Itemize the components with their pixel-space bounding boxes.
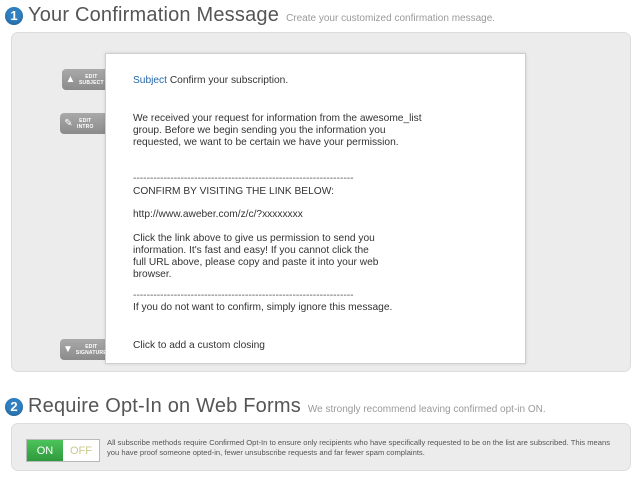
arrow-down-icon: ▼	[63, 343, 73, 355]
subject-value: Confirm your subscription.	[169, 75, 289, 86]
instructions-line: Click the link above to give us permissi…	[133, 233, 375, 244]
ignore-text: If you do not want to confirm, simply ig…	[133, 302, 393, 313]
confirm-heading: CONFIRM BY VISITING THE LINK BELOW:	[133, 186, 334, 197]
step2-header: 2 Require Opt-In on Web Forms We strongl…	[5, 395, 546, 418]
divider-rule: ----------------------------------------…	[133, 290, 354, 301]
custom-closing-placeholder[interactable]: Click to add a custom closing	[133, 340, 265, 352]
divider-rule: ----------------------------------------…	[133, 173, 354, 184]
edit-intro-label-2: INTRO	[77, 123, 94, 130]
pencil-icon: ✎	[64, 117, 73, 129]
toggle-on[interactable]: ON	[27, 440, 63, 461]
optin-toggle[interactable]: ON OFF	[26, 439, 100, 462]
edit-signature-button[interactable]: ▼ EDIT SIGNATURE	[60, 339, 107, 360]
toggle-off[interactable]: OFF	[63, 440, 99, 461]
subject-line[interactable]: Subject Confirm your subscription.	[133, 75, 288, 87]
step1-header: 1 Your Confirmation Message Create your …	[5, 4, 495, 27]
step2-title: Require Opt-In on Web Forms	[28, 395, 301, 417]
optin-description: All subscribe methods require Confirmed …	[107, 438, 610, 457]
step1-number-badge: 1	[5, 6, 23, 25]
edit-subject-label-2: SUBJECT	[79, 79, 104, 86]
confirm-link: http://www.aweber.com/z/c/?xxxxxxxx	[133, 209, 303, 220]
edit-signature-label-2: SIGNATURE	[75, 349, 107, 356]
intro-line: requested, we want to be certain we have…	[133, 137, 399, 148]
optin-panel: ON OFF All subscribe methods require Con…	[11, 423, 631, 471]
step2-number-badge: 2	[5, 397, 23, 416]
arrow-up-icon: ▲	[65, 73, 76, 85]
intro-line: group. Before we begin sending you the i…	[133, 125, 386, 136]
intro-line: We received your request for information…	[133, 113, 422, 124]
step2-subtitle: We strongly recommend leaving confirmed …	[307, 404, 546, 415]
edit-subject-button[interactable]: ▲ EDIT SUBJECT	[62, 69, 106, 90]
edit-intro-button[interactable]: ✎ EDIT INTRO	[60, 113, 106, 134]
step1-title: Your Confirmation Message	[28, 4, 280, 26]
step1-subtitle: Create your customized confirmation mess…	[286, 13, 496, 24]
instructions-line: browser.	[133, 269, 172, 280]
subject-label: Subject	[133, 75, 167, 86]
instructions-line: information. It's fast and easy! If you …	[133, 245, 369, 256]
instructions-line: full URL above, please copy and paste it…	[133, 257, 379, 268]
email-preview: Subject Confirm your subscription. We re…	[105, 53, 526, 364]
